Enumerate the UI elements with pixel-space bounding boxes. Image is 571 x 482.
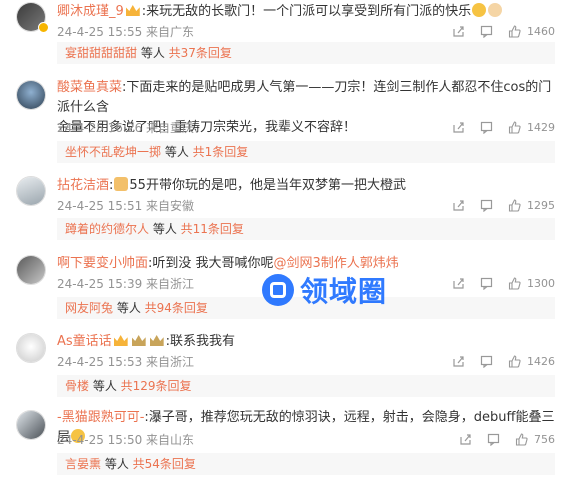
watermark-logo-icon [262,274,294,306]
avatar[interactable] [16,255,46,285]
thumbs-up-icon [507,354,521,368]
reply-username[interactable]: 坐怀不乱乾坤一掷 [65,145,161,159]
share-icon[interactable] [451,276,465,290]
watermark-text: 领域圈 [300,275,388,308]
comment-icon[interactable] [486,432,500,446]
thumbs-up-icon [507,198,521,212]
crown-icon [125,5,140,16]
reply-count-link[interactable]: 共54条回复 [133,457,196,471]
reply-username[interactable]: 蹲着的约德尔人 [65,222,149,236]
comment-item: As童话话 :联系我我有 24-4-25 15:53 来自浙江 1426 骨楼 等… [0,330,571,400]
like-button[interactable]: 1429 [507,120,555,134]
comment-text: :听到没 我大哥喊你呢 [148,256,274,271]
like-count: 1295 [527,198,555,212]
comment-icon[interactable] [479,354,493,368]
comment-item: 卿沐成瑾_9 :来玩无敌的长歌门！一个门派可以享受到所有门派的快乐 24-4-25… [0,0,571,70]
comment-username[interactable]: 拈花洁酒 [57,178,109,193]
reply-summary[interactable]: 骨楼 等人 共129条回复 [57,375,555,397]
avatar[interactable] [16,80,46,110]
victory-hand-emoji-icon [488,3,503,17]
share-icon[interactable] [451,24,465,38]
reply-summary[interactable]: 蹲着的约德尔人 等人 共11条回复 [57,218,555,240]
cat-emoji-icon [114,177,129,191]
verified-badge-icon [38,22,49,33]
watermark: 领域圈 [262,270,387,310]
like-button[interactable]: 756 [514,432,555,446]
like-count: 1429 [527,120,555,134]
share-icon[interactable] [458,432,472,446]
comment-text: :联系我我有 [165,334,236,349]
comment-icon[interactable] [479,24,493,38]
comment-text: 55开带你玩的是吧，他是当年双梦第一把大橙武 [129,178,406,193]
reply-count-link[interactable]: 共1条回复 [193,145,249,159]
comment-meta: 24-4-25 15:39 来自浙江 [57,277,195,291]
comment-meta: 24-4-25 15:51 来自安徽 [57,199,195,213]
comment-item: -黑猫跟熟可可-:瀑子哥，推荐您玩无敌的惊羽诀，远程，射击，会隐身，debuff… [0,406,571,480]
reply-username[interactable]: 言晏熏 [65,457,101,471]
like-button[interactable]: 1300 [507,276,555,290]
share-icon[interactable] [451,198,465,212]
comment-meta: 24-4-25 15:55 来自广东 [57,25,195,39]
reply-count-link[interactable]: 共37条回复 [169,46,232,60]
comment-icon[interactable] [479,276,493,290]
like-count: 1300 [527,276,555,290]
comment-item: 拈花洁酒: 55开带你玩的是吧，他是当年双梦第一把大橙武 24-4-25 15:5… [0,174,571,244]
level-badge-icon [131,335,146,346]
reply-count-link[interactable]: 共94条回复 [145,301,208,315]
thumbs-up-icon [507,24,521,38]
comment-username[interactable]: 卿沐成瑾_9 [57,4,124,19]
comment-username[interactable]: -黑猫跟熟可可- [57,410,144,425]
level-badge-icon [149,335,164,346]
like-count: 756 [534,432,555,446]
like-button[interactable]: 1426 [507,354,555,368]
mention-link[interactable]: @剑网3制作人郭炜炜 [274,256,399,271]
share-icon[interactable] [451,120,465,134]
reply-summary[interactable]: 宴甜甜甜甜甜 等人 共37条回复 [57,42,555,64]
comment-meta: 24-4-25 15:50 来自山东 [57,433,195,447]
avatar[interactable] [16,176,46,206]
avatar[interactable] [16,333,46,363]
reply-count-link[interactable]: 共129条回复 [121,379,192,393]
reply-username[interactable]: 宴甜甜甜甜甜 [65,46,137,60]
comment-username[interactable]: 啊下要变小帅面 [57,256,148,271]
like-button[interactable]: 1295 [507,198,555,212]
crown-icon [113,335,128,346]
like-count: 1460 [527,24,555,38]
reply-summary[interactable]: 言晏熏 等人 共54条回复 [57,453,555,475]
comment-item: 酸菜鱼真菜:下面走来的是贴吧成男人气第一——刀宗！连剑三制作人都忍不住cos的门… [0,78,571,168]
comment-text: :来玩无敌的长歌门！一个门派可以享受到所有门派的快乐 [141,4,472,19]
comment-username[interactable]: 酸菜鱼真菜 [57,80,122,95]
comment-icon[interactable] [479,120,493,134]
reply-username[interactable]: 骨楼 [65,379,89,393]
thumbs-up-icon [514,432,528,446]
comment-meta: 24-4-25 15:53 来自浙江 [57,355,195,369]
reply-username[interactable]: 网友阿兔 [65,301,113,315]
like-button[interactable]: 1460 [507,24,555,38]
comment-meta: 24-4-25 16:26 来自重庆 [57,121,195,135]
like-count: 1426 [527,354,555,368]
sunglasses-emoji-icon [472,3,487,17]
reply-summary[interactable]: 坐怀不乱乾坤一掷 等人 共1条回复 [57,141,555,163]
reply-count-link[interactable]: 共11条回复 [181,222,244,236]
thumbs-up-icon [507,120,521,134]
comment-text: :下面走来的是贴吧成男人气第一——刀宗！连剑三制作人都忍不住cos的门派什么含 [57,80,552,115]
comment-icon[interactable] [479,198,493,212]
avatar[interactable] [16,410,46,440]
thumbs-up-icon [507,276,521,290]
share-icon[interactable] [451,354,465,368]
comment-username[interactable]: As童话话 [57,334,112,349]
